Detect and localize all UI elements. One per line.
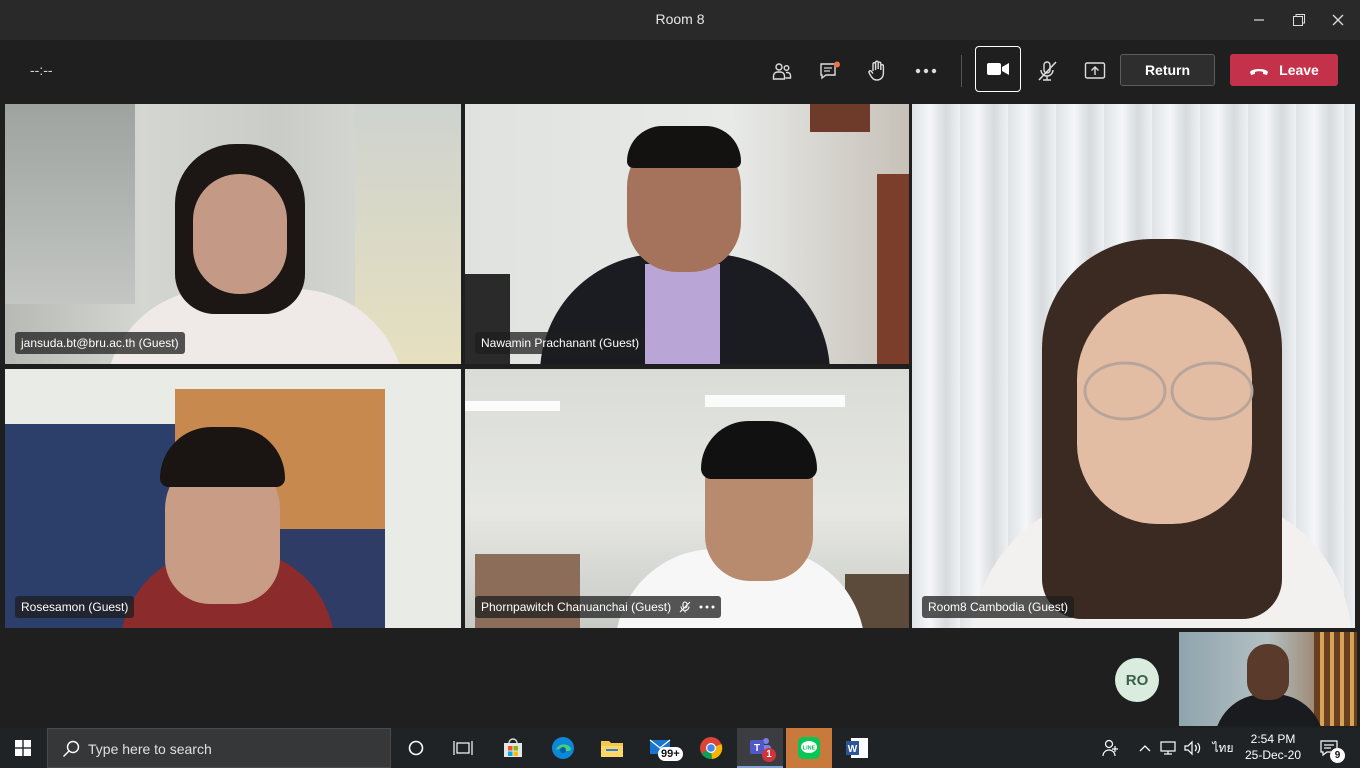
line-app[interactable]: LINE (786, 728, 832, 768)
share-screen-icon (1084, 62, 1106, 79)
taskbar-search-box[interactable]: Type here to search (47, 728, 391, 768)
edge-browser-app[interactable] (540, 728, 586, 768)
participant-name-label: jansuda.bt@bru.ac.th (Guest) (15, 332, 185, 354)
video-tile[interactable]: Nawamin Prachanant (Guest) (465, 104, 909, 364)
close-button[interactable] (1324, 6, 1352, 34)
svg-text:LINE: LINE (803, 746, 816, 752)
close-icon (1332, 14, 1344, 26)
store-bag-icon (504, 738, 522, 757)
self-video-preview[interactable] (1179, 632, 1357, 726)
leave-button[interactable]: Leave (1230, 54, 1338, 86)
participant-name: Phornpawitch Chanuanchai (Guest) (481, 600, 672, 614)
shelf-background (810, 104, 870, 132)
notification-badge: 9 (1330, 748, 1345, 763)
more-actions-button[interactable] (910, 56, 942, 86)
taskbar-clock[interactable]: 2:54 PM 25-Dec-20 (1240, 731, 1306, 763)
cortana-button[interactable] (393, 728, 439, 768)
mail-app[interactable]: 99+ (638, 728, 684, 768)
participant-face (193, 174, 287, 294)
video-tile[interactable]: Phornpawitch Chanuanchai (Guest) (465, 369, 909, 628)
cortana-circle-icon (408, 740, 424, 756)
return-button[interactable]: Return (1120, 54, 1215, 86)
participant-name-label: Nawamin Prachanant (Guest) (475, 332, 646, 354)
clock-date: 25-Dec-20 (1244, 748, 1302, 762)
volume-control[interactable] (1182, 728, 1204, 768)
maximize-button[interactable] (1285, 6, 1313, 34)
svg-text:T: T (754, 743, 760, 754)
hang-up-icon (1250, 69, 1269, 75)
raise-hand-button[interactable] (861, 56, 893, 86)
more-options-icon[interactable] (699, 605, 715, 609)
participant-name-label: Room8 Cambodia (Guest) (922, 596, 1075, 618)
restore-icon (1293, 14, 1305, 26)
ceiling-light (705, 395, 845, 407)
show-hidden-icons-button[interactable] (1136, 728, 1154, 768)
video-tile[interactable]: Room8 Cambodia (Guest) (912, 104, 1355, 628)
speaker-icon (1184, 740, 1201, 756)
word-document-icon: W (846, 738, 868, 758)
participant-hair (701, 421, 817, 479)
participant-shirt (645, 264, 720, 364)
network-icon (1160, 741, 1176, 755)
windows-taskbar: Type here to search 99+ T 1 LINE W ไทย 2… (0, 728, 1360, 768)
task-view-button[interactable] (440, 728, 486, 768)
network-status[interactable] (1158, 728, 1178, 768)
edge-icon (552, 737, 574, 759)
participant-name-label: Rosesamon (Guest) (15, 596, 135, 618)
participant-name-label: Phornpawitch Chanuanchai (Guest) (475, 596, 722, 618)
video-tile[interactable]: Rosesamon (Guest) (5, 369, 461, 628)
video-camera-icon (987, 63, 1009, 75)
microsoft-store-app[interactable] (490, 728, 536, 768)
meeting-toolbar: --:-- Return Leave (0, 40, 1360, 102)
file-explorer-app[interactable] (589, 728, 635, 768)
participants-icon (772, 63, 792, 80)
chevron-up-icon (1139, 745, 1151, 752)
teams-badge: 1 (762, 748, 776, 762)
chrome-browser-app[interactable] (688, 728, 734, 768)
window-background (1314, 632, 1357, 726)
word-app[interactable]: W (834, 728, 880, 768)
window-title: Room 8 (655, 11, 705, 27)
input-language[interactable]: ไทย (1208, 728, 1238, 768)
leave-label: Leave (1279, 62, 1319, 78)
self-face (1247, 644, 1289, 700)
camera-toggle-button[interactable] (975, 46, 1021, 92)
window-background (5, 104, 135, 304)
task-view-icon (453, 741, 473, 755)
clock-time: 2:54 PM (1250, 732, 1296, 746)
folder-icon (601, 741, 623, 757)
mute-toggle-button[interactable] (1031, 56, 1063, 86)
meeting-timer: --:-- (30, 62, 53, 78)
raise-hand-icon (868, 60, 885, 81)
share-content-button[interactable] (1079, 56, 1111, 86)
action-center-button[interactable]: 9 (1312, 728, 1346, 768)
people-icon (1102, 739, 1118, 757)
more-icon (915, 68, 937, 74)
minimize-icon (1254, 19, 1264, 21)
cabinet-background (877, 174, 909, 364)
svg-text:W: W (848, 744, 858, 755)
start-button[interactable] (0, 728, 46, 768)
microphone-off-icon (1038, 61, 1057, 81)
toolbar-divider (961, 55, 962, 87)
participants-button[interactable] (766, 56, 798, 86)
minimize-button[interactable] (1245, 6, 1273, 34)
line-chat-icon: LINE (798, 737, 820, 759)
search-placeholder: Type here to search (88, 741, 212, 757)
chat-icon (820, 61, 840, 80)
microphone-off-icon (679, 601, 691, 613)
avatar[interactable]: RO (1115, 658, 1159, 702)
participant-hair (627, 126, 741, 168)
teams-app[interactable]: T 1 (737, 728, 783, 768)
search-icon (63, 740, 80, 757)
participant-glasses (1083, 361, 1254, 421)
chrome-icon (700, 737, 723, 760)
video-tile[interactable]: jansuda.bt@bru.ac.th (Guest) (5, 104, 461, 364)
ceiling-light (465, 401, 560, 411)
people-button[interactable] (1098, 728, 1124, 768)
mail-badge: 99+ (658, 747, 683, 761)
windows-logo-icon (15, 740, 31, 756)
title-bar: Room 8 (0, 0, 1360, 40)
chat-button[interactable] (814, 56, 846, 86)
